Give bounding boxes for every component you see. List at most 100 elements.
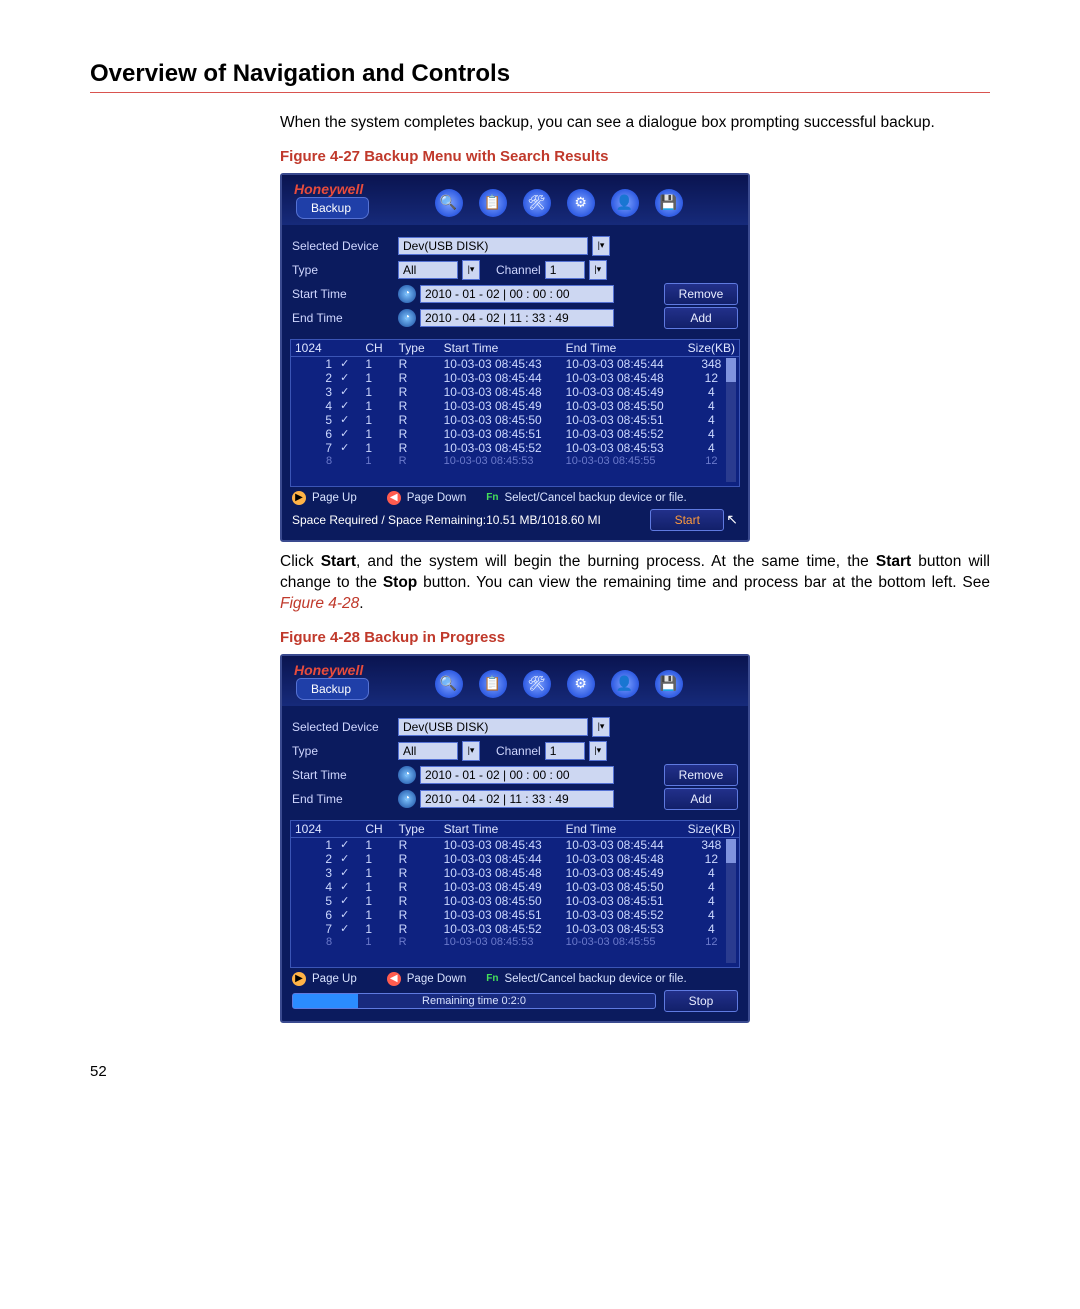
- results-table: 1024 CH Type Start Time End Time Size(KB…: [291, 340, 739, 467]
- select-device[interactable]: Dev(USB DISK): [398, 718, 588, 736]
- space-info: Space Required / Space Remaining:10.51 M…: [292, 513, 642, 527]
- user-icon[interactable]: 👤: [611, 670, 639, 698]
- table-row[interactable]: 1✓1R10-03-03 08:45:4310-03-03 08:45:4434…: [291, 356, 739, 371]
- device-dropdown-icon[interactable]: |▾: [592, 717, 610, 737]
- channel-dropdown-icon[interactable]: |▾: [589, 260, 607, 280]
- table-row[interactable]: 2✓1R10-03-03 08:45:4410-03-03 08:45:4812: [291, 852, 739, 866]
- scrollbar-thumb[interactable]: [726, 839, 736, 863]
- tools-icon[interactable]: 🛠: [523, 670, 551, 698]
- stop-strong: Stop: [383, 574, 417, 591]
- table-row[interactable]: 5✓1R10-03-03 08:45:5010-03-03 08:45:514: [291, 894, 739, 908]
- table-row[interactable]: 4✓1R10-03-03 08:45:4910-03-03 08:45:504: [291, 880, 739, 894]
- type-dropdown-icon[interactable]: |▾: [462, 741, 480, 761]
- table-row[interactable]: 7✓1R10-03-03 08:45:5210-03-03 08:45:534: [291, 922, 739, 936]
- scrollbar[interactable]: [726, 839, 736, 963]
- progress-bar: Remaining time 0:2:0: [292, 993, 656, 1009]
- input-end-time[interactable]: 2010 - 04 - 02 | 11 : 33 : 49: [420, 309, 614, 327]
- select-channel[interactable]: 1: [545, 742, 585, 760]
- label-start-time: Start Time: [292, 287, 394, 301]
- select-channel[interactable]: 1: [545, 261, 585, 279]
- figure-ref: Figure 4-28: [280, 595, 359, 612]
- start-button[interactable]: Start: [650, 509, 724, 531]
- table-header: 1024 CH Type Start Time End Time Size(KB…: [291, 340, 739, 357]
- label-end-time: End Time: [292, 792, 394, 806]
- remove-button[interactable]: Remove: [664, 764, 738, 786]
- channel-dropdown-icon[interactable]: |▾: [589, 741, 607, 761]
- label-type: Type: [292, 263, 394, 277]
- table-row[interactable]: 3✓1R10-03-03 08:45:4810-03-03 08:45:494: [291, 866, 739, 880]
- table-header: 1024 CH Type Start Time End Time Size(KB…: [291, 821, 739, 838]
- pager-hint: Select/Cancel backup device or file.: [504, 492, 686, 504]
- scrollbar[interactable]: [726, 358, 736, 482]
- brand-logo: Honeywell: [294, 662, 363, 678]
- label-type: Type: [292, 744, 394, 758]
- pager-bar: ▶ Page Up ◀ Page Down Fn Select/Cancel b…: [292, 972, 738, 986]
- table-row-cut: 81R10-03-03 08:45:5310-03-03 08:45:5512: [291, 455, 739, 467]
- table-row[interactable]: 1✓1R10-03-03 08:45:4310-03-03 08:45:4434…: [291, 837, 739, 852]
- page-down-label[interactable]: Page Down: [407, 492, 466, 504]
- label-end-time: End Time: [292, 311, 394, 325]
- table-row[interactable]: 7✓1R10-03-03 08:45:5210-03-03 08:45:534: [291, 441, 739, 455]
- user-icon[interactable]: 👤: [611, 189, 639, 217]
- input-start-time[interactable]: 2010 - 01 - 02 | 00 : 00 : 00: [420, 285, 614, 303]
- label-channel: Channel: [496, 744, 541, 758]
- tools-icon[interactable]: 🛠: [523, 189, 551, 217]
- calendar-icon[interactable]: ◔: [398, 285, 416, 303]
- table-row[interactable]: 6✓1R10-03-03 08:45:5110-03-03 08:45:524: [291, 427, 739, 441]
- clipboard-icon[interactable]: 📋: [479, 189, 507, 217]
- table-row[interactable]: 6✓1R10-03-03 08:45:5110-03-03 08:45:524: [291, 908, 739, 922]
- table-row[interactable]: 4✓1R10-03-03 08:45:4910-03-03 08:45:504: [291, 399, 739, 413]
- fn-key-label: Fn: [486, 492, 498, 503]
- page-down-label[interactable]: Page Down: [407, 973, 466, 985]
- disk-icon[interactable]: 💾: [655, 670, 683, 698]
- remove-button[interactable]: Remove: [664, 283, 738, 305]
- page-down-icon[interactable]: ◀: [387, 972, 401, 986]
- settings-icon[interactable]: ⚙: [567, 189, 595, 217]
- input-start-time[interactable]: 2010 - 01 - 02 | 00 : 00 : 00: [420, 766, 614, 784]
- progress-fill: [293, 994, 358, 1008]
- window-top-bar: Honeywell Backup 🔍 📋 🛠 ⚙ 👤 💾: [282, 175, 748, 225]
- label-selected-device: Selected Device: [292, 239, 394, 253]
- table-row[interactable]: 2✓1R10-03-03 08:45:4410-03-03 08:45:4812: [291, 371, 739, 385]
- pager-hint: Select/Cancel backup device or file.: [504, 973, 686, 985]
- label-start-time: Start Time: [292, 768, 394, 782]
- clipboard-icon[interactable]: 📋: [479, 670, 507, 698]
- pager-bar: ▶ Page Up ◀ Page Down Fn Select/Cancel b…: [292, 491, 738, 505]
- search-icon[interactable]: 🔍: [435, 670, 463, 698]
- scrollbar-thumb[interactable]: [726, 358, 736, 382]
- select-device[interactable]: Dev(USB DISK): [398, 237, 588, 255]
- calendar-icon[interactable]: ◔: [398, 790, 416, 808]
- title-divider: [90, 92, 990, 93]
- device-dropdown-icon[interactable]: |▾: [592, 236, 610, 256]
- table-row[interactable]: 3✓1R10-03-03 08:45:4810-03-03 08:45:494: [291, 385, 739, 399]
- page-up-label[interactable]: Page Up: [312, 492, 357, 504]
- bottom-bar-progress: Remaining time 0:2:0 Stop: [292, 990, 738, 1012]
- page-up-icon[interactable]: ▶: [292, 491, 306, 505]
- select-type[interactable]: All: [398, 742, 458, 760]
- form-area: Selected Device Dev(USB DISK) |▾ Type Al…: [282, 706, 748, 816]
- table-row-cut: 81R10-03-03 08:45:5310-03-03 08:45:5512: [291, 936, 739, 948]
- settings-icon[interactable]: ⚙: [567, 670, 595, 698]
- calendar-icon[interactable]: ◔: [398, 766, 416, 784]
- page-down-icon[interactable]: ◀: [387, 491, 401, 505]
- page-up-label[interactable]: Page Up: [312, 973, 357, 985]
- add-button[interactable]: Add: [664, 307, 738, 329]
- search-icon[interactable]: 🔍: [435, 189, 463, 217]
- page-up-icon[interactable]: ▶: [292, 972, 306, 986]
- select-type[interactable]: All: [398, 261, 458, 279]
- add-button[interactable]: Add: [664, 788, 738, 810]
- bottom-bar-space: Space Required / Space Remaining:10.51 M…: [292, 509, 738, 531]
- figure-27-caption: Figure 4-27 Backup Menu with Search Resu…: [280, 148, 990, 165]
- stop-button[interactable]: Stop: [664, 990, 738, 1012]
- tab-backup[interactable]: Backup: [296, 678, 369, 700]
- type-dropdown-icon[interactable]: |▾: [462, 260, 480, 280]
- cursor-icon: ↖: [726, 511, 738, 528]
- table-row[interactable]: 5✓1R10-03-03 08:45:5010-03-03 08:45:514: [291, 413, 739, 427]
- disk-icon[interactable]: 💾: [655, 189, 683, 217]
- window-top-bar: Honeywell Backup 🔍 📋 🛠 ⚙ 👤 💾: [282, 656, 748, 706]
- mid-paragraph: Click Start, and the system will begin t…: [280, 552, 990, 615]
- input-end-time[interactable]: 2010 - 04 - 02 | 11 : 33 : 49: [420, 790, 614, 808]
- tab-backup[interactable]: Backup: [296, 197, 369, 219]
- results-table-wrap: 1024 CH Type Start Time End Time Size(KB…: [290, 820, 740, 968]
- calendar-icon[interactable]: ◔: [398, 309, 416, 327]
